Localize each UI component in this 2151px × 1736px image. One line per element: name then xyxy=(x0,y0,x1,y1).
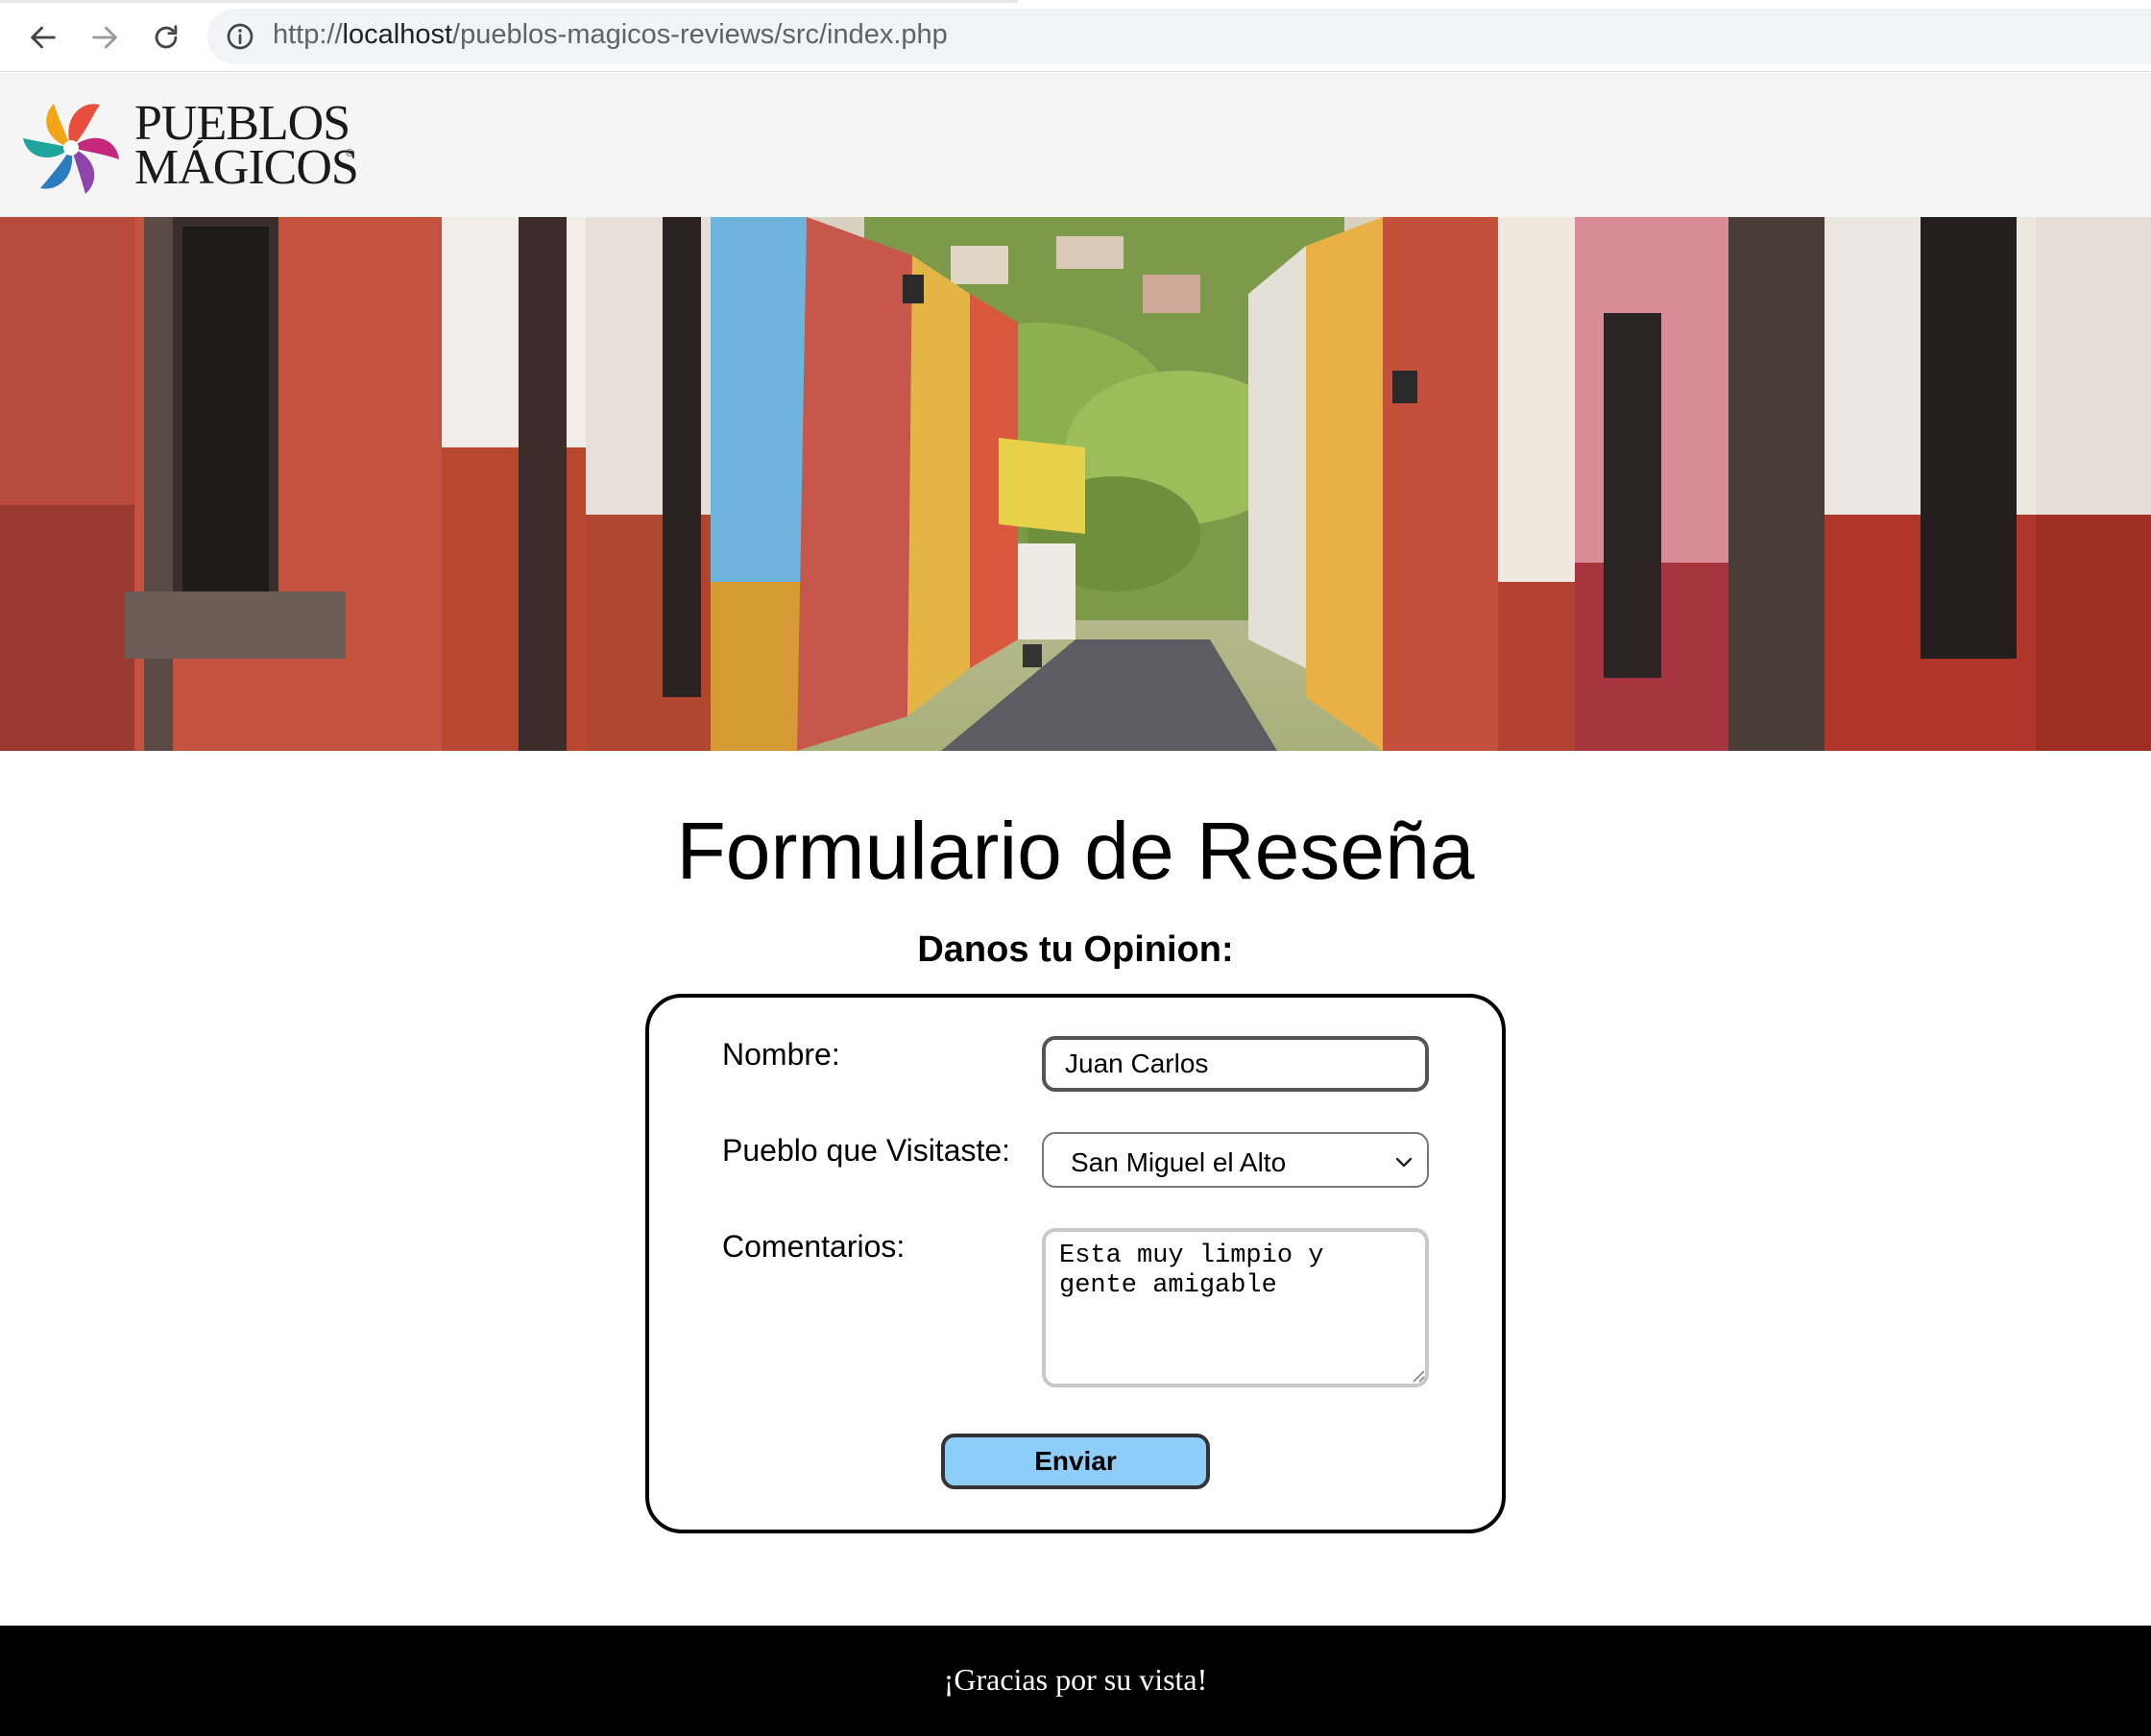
form-subtitle: Danos tu Opinion: xyxy=(917,929,1234,970)
comentarios-label: Comentarios: xyxy=(722,1229,906,1264)
footer-message: ¡Gracias por su vista! xyxy=(943,1662,1208,1697)
url-prefix: http:// xyxy=(273,19,343,50)
reload-button[interactable] xyxy=(142,13,190,61)
pueblos-magicos-logo-icon xyxy=(23,104,119,194)
site-header: PUEBLOS MÁGICOS xyxy=(0,73,2151,217)
logo-registered-mark: ® xyxy=(346,148,354,159)
resize-grip-icon[interactable] xyxy=(1410,1367,1425,1383)
url-host: localhost xyxy=(342,19,453,50)
logo-line-2: MÁGICOS xyxy=(134,140,359,195)
loading-indicator xyxy=(0,0,1018,3)
pueblo-select-value: San Miguel el Alto xyxy=(1071,1147,1287,1177)
pueblo-label: Pueblo que Visitaste: xyxy=(722,1133,1011,1168)
hero-image xyxy=(0,217,2151,751)
arrow-left-icon xyxy=(31,26,56,49)
comentarios-textarea[interactable]: Esta muy limpio y gente amigable xyxy=(1042,1228,1429,1387)
nombre-input[interactable] xyxy=(1042,1036,1429,1092)
browser-toolbar: http://localhost/pueblos-magicos-reviews… xyxy=(0,0,2151,72)
back-button[interactable] xyxy=(19,13,67,61)
url-path: /pueblos-magicos-reviews/src/index.php xyxy=(452,19,948,50)
forward-button[interactable] xyxy=(81,13,129,61)
info-circle-icon[interactable] xyxy=(225,21,255,52)
url-text[interactable]: http://localhost/pueblos-magicos-reviews… xyxy=(273,19,948,51)
pueblo-select[interactable]: San Miguel el Alto xyxy=(1042,1132,1429,1188)
chevron-down-icon xyxy=(1395,1157,1413,1168)
reload-icon xyxy=(155,25,178,49)
site-footer: ¡Gracias por su vista! xyxy=(0,1626,2151,1736)
page-title: Formulario de Reseña xyxy=(676,806,1475,896)
logo-wordmark: PUEBLOS MÁGICOS xyxy=(134,99,359,195)
street-scene-image xyxy=(0,217,2151,751)
arrow-right-icon xyxy=(92,26,117,49)
nombre-label: Nombre: xyxy=(722,1037,840,1072)
enviar-button[interactable]: Enviar xyxy=(941,1434,1210,1489)
